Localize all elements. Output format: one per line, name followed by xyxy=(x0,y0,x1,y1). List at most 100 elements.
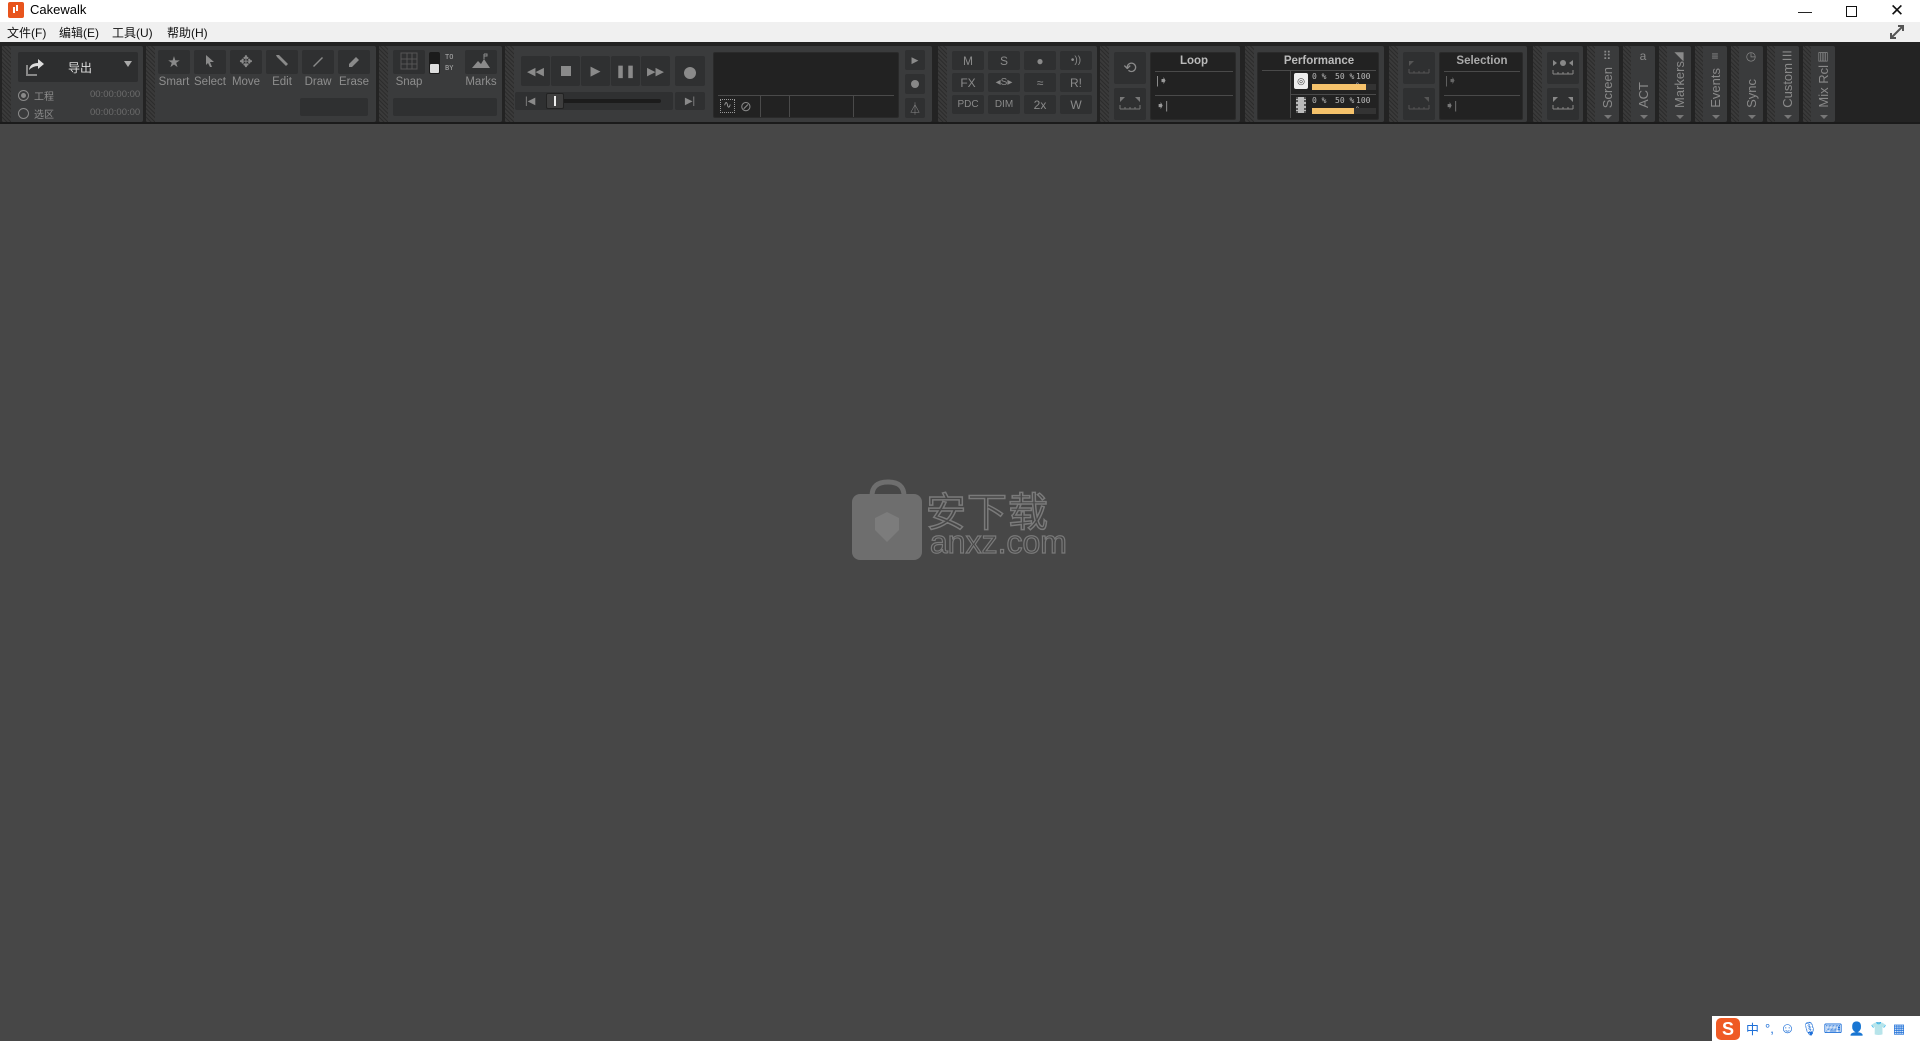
expand-icon[interactable] xyxy=(1888,23,1906,41)
export-module: 导出 工程 00:00:00:00 选区 00:00:00:00 xyxy=(2,46,143,122)
disk-meter-fill xyxy=(1312,84,1366,90)
module-sync[interactable]: ◷ Sync xyxy=(1731,46,1763,122)
automation-write-button[interactable]: R! xyxy=(1060,73,1092,92)
module-markers[interactable]: ◥ Markers xyxy=(1659,46,1691,122)
module-mix-rcl[interactable]: ▥ Mix Rcl xyxy=(1803,46,1835,122)
chevron-down-icon[interactable] xyxy=(1712,115,1720,119)
loop-start-icon[interactable]: |➧ xyxy=(1156,74,1168,87)
radio-selection[interactable] xyxy=(18,108,29,119)
rewind-button[interactable]: ◀◀ xyxy=(521,56,550,86)
menu-file[interactable]: 文件(F) xyxy=(7,24,46,41)
snap-to-by-toggle[interactable] xyxy=(429,52,440,74)
ime-user-icon[interactable]: 👤 xyxy=(1848,1021,1864,1037)
select-tool-button[interactable] xyxy=(194,50,226,74)
drag-handle[interactable] xyxy=(379,46,388,122)
sogou-logo-icon[interactable]: S xyxy=(1716,1017,1740,1040)
selection-end-icon[interactable]: ➧| xyxy=(1445,99,1457,112)
set-loop-from-selection-button[interactable] xyxy=(1114,88,1146,120)
record-button[interactable] xyxy=(675,56,705,86)
loop-toggle-button[interactable]: ⟲ xyxy=(1114,52,1146,84)
drag-handle[interactable] xyxy=(1767,46,1775,122)
menu-edit[interactable]: 编辑(E) xyxy=(59,24,99,41)
drag-handle[interactable] xyxy=(1587,46,1595,122)
select-from-start-button[interactable] xyxy=(1403,52,1435,84)
drag-handle[interactable] xyxy=(1389,46,1398,122)
midi-panic-icon[interactable]: ⊘ xyxy=(740,98,752,115)
disable-automation-button[interactable]: W xyxy=(1060,95,1092,114)
ime-skin-icon[interactable]: 👕 xyxy=(1871,1021,1887,1037)
marks-button[interactable] xyxy=(465,50,497,74)
drag-handle[interactable] xyxy=(1695,46,1703,122)
drag-handle[interactable] xyxy=(1623,46,1631,122)
zoom-to-now-button[interactable] xyxy=(1547,52,1579,84)
loop-end-icon[interactable]: ➧| xyxy=(1156,99,1168,112)
selection-start-icon[interactable]: |➧ xyxy=(1445,74,1457,87)
maximize-button[interactable] xyxy=(1828,0,1874,22)
chevron-down-icon[interactable] xyxy=(1676,115,1684,119)
select-to-end-button[interactable] xyxy=(1403,88,1435,120)
module-act[interactable]: a ACT xyxy=(1623,46,1655,122)
drag-handle[interactable] xyxy=(1245,46,1254,122)
audio-engine-icon[interactable]: ∿ xyxy=(720,99,735,113)
drag-handle[interactable] xyxy=(1659,46,1667,122)
play-option-button[interactable]: ▶ xyxy=(905,50,925,70)
ruler-start-icon xyxy=(1408,60,1430,77)
snap-resolution-dropdown[interactable] xyxy=(393,98,497,116)
pause-button[interactable]: ❚❚ xyxy=(611,56,640,86)
smart-tool-button[interactable]: ★ xyxy=(158,50,190,74)
draw-tool-button[interactable] xyxy=(302,50,334,74)
double-speed-button[interactable]: 2x xyxy=(1024,95,1056,114)
snap-button[interactable] xyxy=(393,50,425,74)
stop-button[interactable] xyxy=(551,56,580,86)
edit-tool-button[interactable] xyxy=(266,50,298,74)
go-to-end-button[interactable]: ▶| xyxy=(675,92,705,110)
play-button[interactable]: ▶ xyxy=(581,56,610,86)
minimize-button[interactable]: — xyxy=(1782,0,1828,22)
close-button[interactable]: ✕ xyxy=(1874,0,1920,22)
erase-tool-button[interactable] xyxy=(338,50,370,74)
ime-mode-toggle[interactable]: 中 xyxy=(1746,1019,1759,1038)
module-screen[interactable]: ⠿ Screen xyxy=(1587,46,1619,122)
drag-handle[interactable] xyxy=(938,46,947,122)
fx-bypass-button[interactable]: FX xyxy=(952,73,984,92)
drag-handle[interactable] xyxy=(146,46,155,122)
fast-forward-button[interactable]: ▶▶ xyxy=(641,56,670,86)
drag-handle[interactable] xyxy=(1100,46,1109,122)
record-arm-button[interactable]: ● xyxy=(1024,51,1056,70)
module-custom[interactable]: ☰ Custom xyxy=(1767,46,1799,122)
chevron-down-icon[interactable] xyxy=(1748,115,1756,119)
input-echo-button[interactable]: •)) xyxy=(1060,51,1092,70)
chevron-down-icon[interactable] xyxy=(1604,115,1612,119)
pdc-override-button[interactable]: PDC xyxy=(952,95,984,114)
automation-read-button[interactable]: ≈ xyxy=(1024,73,1056,92)
drag-handle[interactable] xyxy=(2,46,11,122)
chevron-down-icon[interactable] xyxy=(1784,115,1792,119)
dim-solo-button[interactable]: DIM xyxy=(988,95,1020,114)
now-time-slider[interactable]: |◀ xyxy=(515,92,673,110)
drag-handle[interactable] xyxy=(1533,46,1542,122)
ime-keyboard-icon[interactable]: ⌨ xyxy=(1824,1021,1843,1037)
metronome-button[interactable]: ⏃ xyxy=(905,98,925,118)
radio-project[interactable] xyxy=(18,90,29,101)
mute-button[interactable]: M xyxy=(952,51,984,70)
slider-thumb[interactable] xyxy=(546,93,564,109)
ime-emoji-icon[interactable]: ☺ xyxy=(1780,1020,1795,1037)
drag-handle[interactable] xyxy=(1731,46,1739,122)
export-button[interactable]: 导出 xyxy=(18,52,138,82)
drag-handle[interactable] xyxy=(505,46,514,122)
zoom-to-fit-button[interactable] xyxy=(1547,88,1579,120)
menu-help[interactable]: 帮助(H) xyxy=(167,24,208,41)
module-events[interactable]: ≡ Events xyxy=(1695,46,1727,122)
chevron-down-icon[interactable] xyxy=(1820,115,1828,119)
chevron-down-icon[interactable] xyxy=(1640,115,1648,119)
solo-override-button[interactable]: ◂S▸ xyxy=(988,73,1020,92)
drag-handle[interactable] xyxy=(1803,46,1811,122)
solo-button[interactable]: S xyxy=(988,51,1020,70)
ime-menu-icon[interactable]: ▦ xyxy=(1893,1021,1905,1037)
record-option-button[interactable] xyxy=(905,74,925,94)
ime-punctuation-toggle[interactable]: °, xyxy=(1765,1021,1774,1036)
menu-tools[interactable]: 工具(U) xyxy=(112,24,153,41)
tool-options-dropdown[interactable] xyxy=(300,98,368,116)
ime-voice-icon[interactable]: 🎙 xyxy=(1801,1021,1818,1037)
move-tool-button[interactable]: ✥ xyxy=(230,50,262,74)
